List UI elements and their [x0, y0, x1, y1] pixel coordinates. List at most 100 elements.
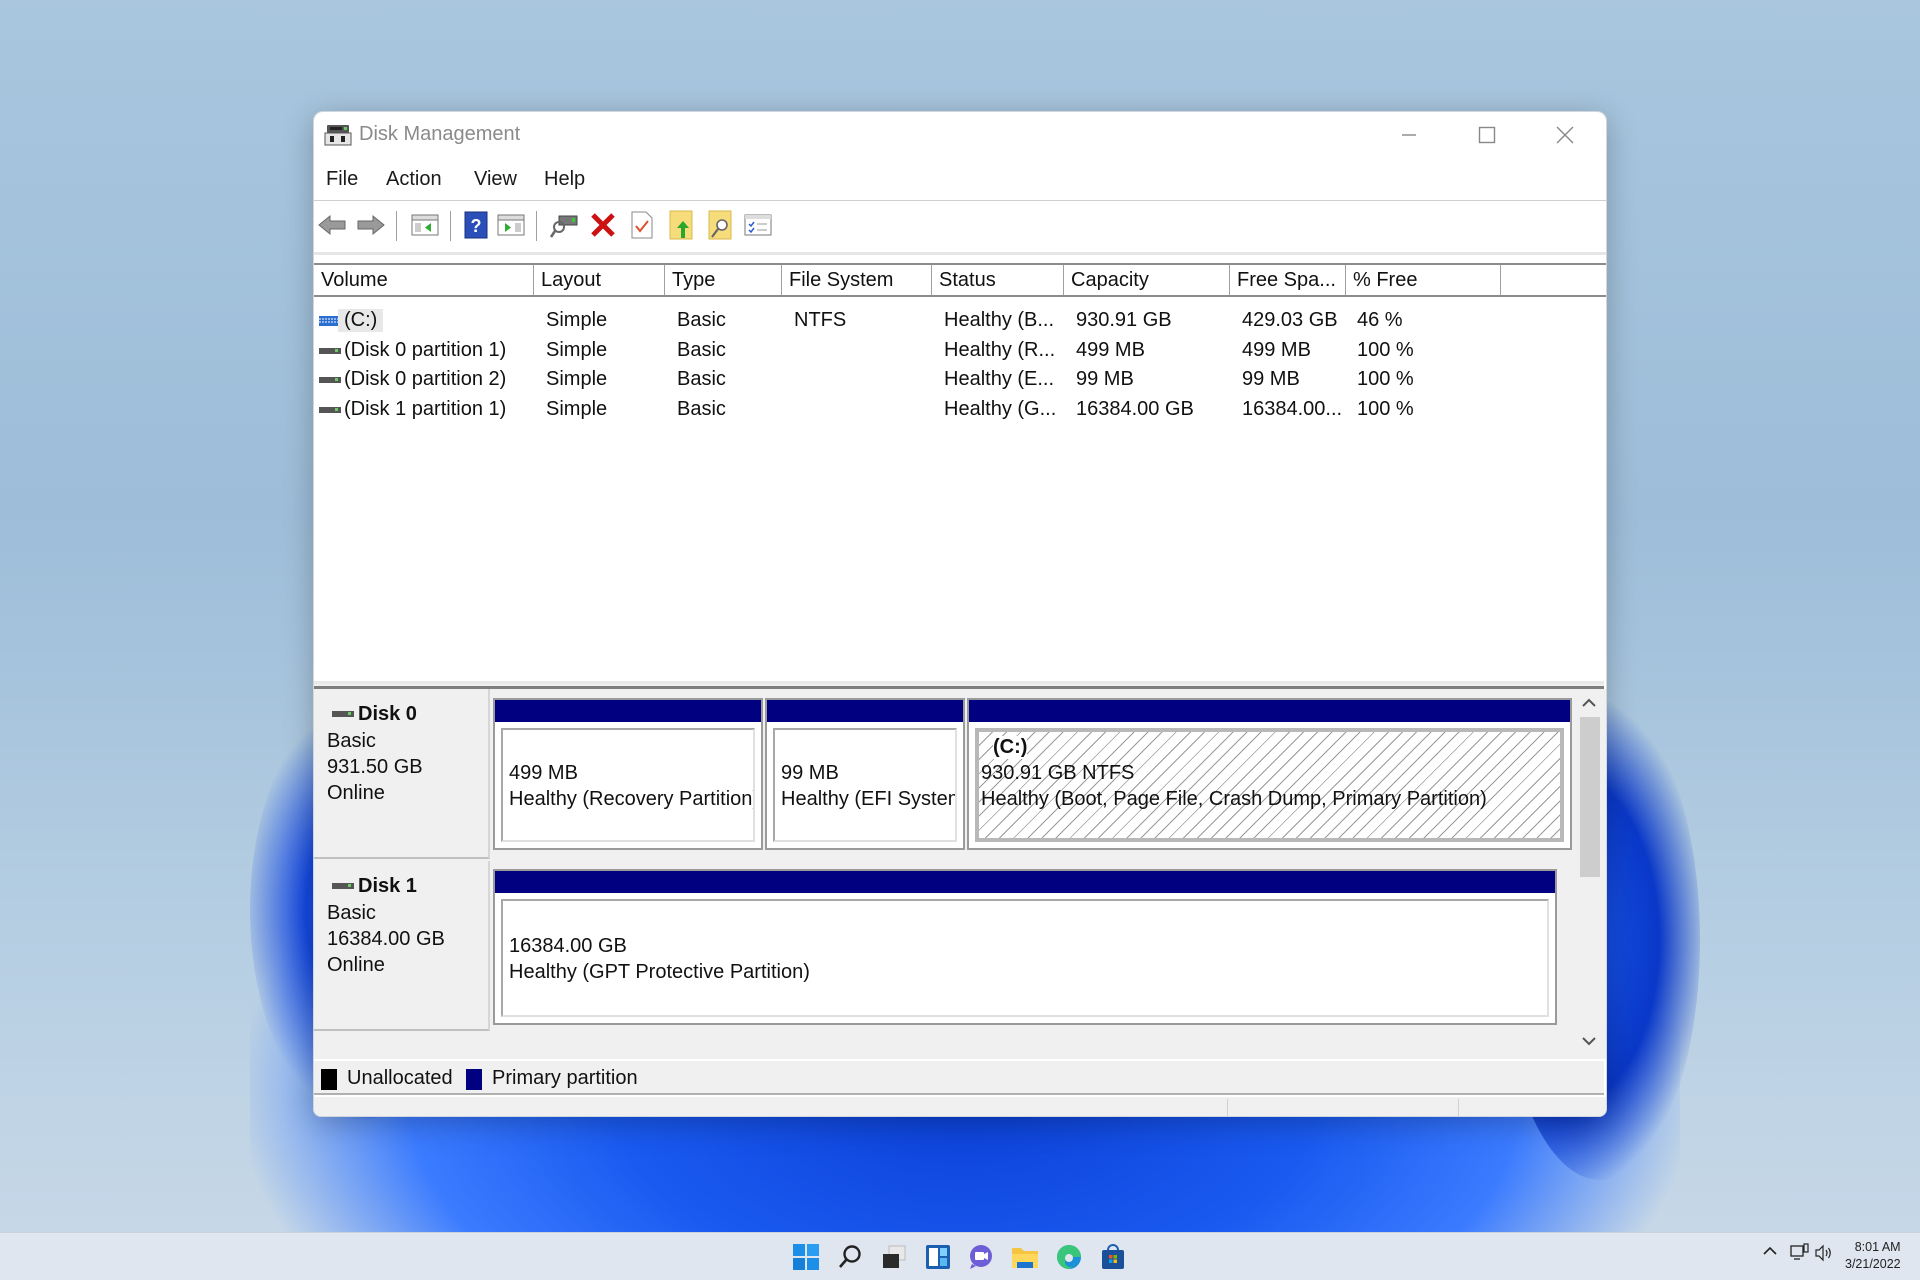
settings-list-icon	[744, 214, 772, 236]
drive-icon	[319, 347, 341, 354]
properties-button[interactable]	[626, 209, 658, 241]
network-button[interactable]	[1790, 1243, 1810, 1268]
network-icon	[1790, 1243, 1809, 1260]
minimize-button[interactable]	[1370, 112, 1448, 158]
cell-type: Basic	[677, 368, 726, 390]
task-view-button[interactable]	[878, 1241, 910, 1273]
close-button[interactable]	[1526, 112, 1604, 158]
back-icon	[318, 214, 346, 236]
task-view-icon	[883, 1245, 906, 1268]
partition-status: Healthy (GPT Protective Partition)	[509, 961, 810, 983]
settings-list-button[interactable]	[742, 209, 774, 241]
chevron-up-icon	[1582, 698, 1596, 707]
partition-efi[interactable]: 99 MB Healthy (EFI System Partition)	[765, 698, 965, 850]
disk-icon	[332, 883, 354, 889]
back-button[interactable]	[316, 209, 348, 241]
column-status[interactable]: Status	[932, 265, 1064, 295]
widgets-button[interactable]	[922, 1241, 954, 1273]
connect-drive-button[interactable]	[548, 209, 580, 241]
svg-text:?: ?	[471, 216, 482, 236]
import-button[interactable]	[665, 209, 697, 241]
file-explorer-button[interactable]	[1009, 1241, 1041, 1273]
scroll-up-button[interactable]	[1574, 691, 1604, 715]
help-button[interactable]: ?	[460, 209, 492, 241]
status-divider	[1458, 1099, 1459, 1116]
partition-gpt-protective[interactable]: 16384.00 GB Healthy (GPT Protective Part…	[493, 869, 1557, 1025]
column-file-system[interactable]: File System	[782, 265, 932, 295]
partition-c-drive[interactable]: (C:) 930.91 GB NTFS Healthy (Boot, Page …	[967, 698, 1572, 850]
volume-list: Volume Layout Type File System Status Ca…	[314, 252, 1606, 682]
column-layout[interactable]: Layout	[534, 265, 665, 295]
forward-icon	[357, 214, 385, 236]
unallocated-swatch	[321, 1069, 337, 1090]
chat-icon	[970, 1245, 992, 1269]
widgets-icon	[926, 1245, 950, 1269]
toolbar-separator	[536, 211, 537, 241]
close-icon	[1556, 126, 1574, 144]
partition-size: 930.91 GB NTFS	[981, 762, 1135, 784]
scroll-down-button[interactable]	[1574, 1029, 1604, 1053]
forward-button[interactable]	[355, 209, 387, 241]
connect-drive-icon	[549, 215, 578, 238]
show-hide-action-pane-icon	[497, 214, 525, 236]
cell-status: Healthy (E...	[944, 368, 1055, 390]
primary-partition-bar	[767, 700, 963, 722]
cell-percent-free: 100 %	[1357, 397, 1414, 420]
edge-button[interactable]	[1053, 1241, 1085, 1273]
menu-action[interactable]: Action	[384, 168, 444, 191]
cell-volume: (Disk 1 partition 1)	[344, 397, 507, 420]
start-button[interactable]	[790, 1241, 822, 1273]
find-button[interactable]	[704, 209, 736, 241]
store-button[interactable]	[1097, 1241, 1129, 1273]
disk-0-label[interactable]: Disk 0 Basic 931.50 GB Online	[314, 689, 490, 859]
clock-date: 3/21/2022	[1845, 1257, 1901, 1271]
partition-recovery[interactable]: 499 MB Healthy (Recovery Partition)	[493, 698, 763, 850]
volume-row[interactable]: (Disk 0 partition 1) Simple Basic Healthy (…	[314, 337, 1606, 366]
partition-size: 99 MB	[781, 762, 839, 784]
delete-button[interactable]	[587, 209, 619, 241]
column-type[interactable]: Type	[665, 265, 782, 295]
disk-pane-scrollbar[interactable]	[1574, 689, 1604, 1057]
system-clock[interactable]: 8:01 AM 3/21/2022	[1845, 1239, 1901, 1273]
legend: Unallocated Primary partition	[314, 1059, 1604, 1095]
pane-splitter[interactable]	[314, 681, 1604, 689]
scroll-thumb[interactable]	[1580, 717, 1600, 877]
menu-view[interactable]: View	[472, 168, 519, 191]
disk-1-label[interactable]: Disk 1 Basic 16384.00 GB Online	[314, 861, 490, 1031]
show-hidden-icons-button[interactable]	[1763, 1243, 1777, 1261]
disk-type: Basic	[327, 902, 376, 924]
menu-file[interactable]: File	[324, 168, 360, 191]
volume-row[interactable]: (C:) Simple Basic NTFS Healthy (B... 930.91 G…	[314, 307, 1606, 336]
column-capacity[interactable]: Capacity	[1064, 265, 1230, 295]
status-divider	[1227, 1099, 1228, 1116]
taskbar: 8:01 AM 3/21/2022	[0, 1232, 1920, 1280]
disk-size: 931.50 GB	[327, 756, 423, 778]
partition-body: 499 MB Healthy (Recovery Partition)	[501, 728, 755, 842]
cell-file-system: NTFS	[794, 309, 847, 331]
column-free-space[interactable]: Free Spa...	[1230, 265, 1346, 295]
search-icon	[839, 1245, 861, 1268]
cell-capacity: 930.91 GB	[1076, 309, 1172, 331]
chat-button[interactable]	[965, 1241, 997, 1273]
drive-icon	[319, 377, 341, 383]
disk-size: 16384.00 GB	[327, 928, 445, 950]
column-volume[interactable]: Volume	[314, 265, 534, 295]
cell-layout: Simple	[546, 368, 608, 390]
show-hide-console-tree-button[interactable]	[409, 209, 441, 241]
partition-status: Healthy (Boot, Page File, Crash Dump, Pr…	[981, 788, 1487, 810]
cell-percent-free: 100 %	[1357, 338, 1414, 361]
volume-row[interactable]: (Disk 1 partition 1) Simple Basic Healthy (…	[314, 396, 1606, 425]
search-button[interactable]	[834, 1241, 866, 1273]
column-percent-free[interactable]: % Free	[1346, 265, 1501, 295]
clock-time: 8:01 AM	[1854, 1240, 1901, 1254]
cell-volume: (Disk 0 partition 2)	[344, 368, 507, 390]
cell-free: 99 MB	[1242, 368, 1300, 390]
cell-capacity: 16384.00 GB	[1076, 397, 1194, 420]
volume-row[interactable]: (Disk 0 partition 2) Simple Basic Healthy (…	[314, 366, 1606, 395]
edge-icon	[1057, 1245, 1081, 1269]
menu-help[interactable]: Help	[542, 168, 587, 191]
volume-button[interactable]	[1814, 1243, 1834, 1268]
maximize-button[interactable]	[1448, 112, 1526, 158]
partition-size: 16384.00 GB	[509, 935, 627, 957]
show-hide-action-pane-button[interactable]	[495, 209, 527, 241]
